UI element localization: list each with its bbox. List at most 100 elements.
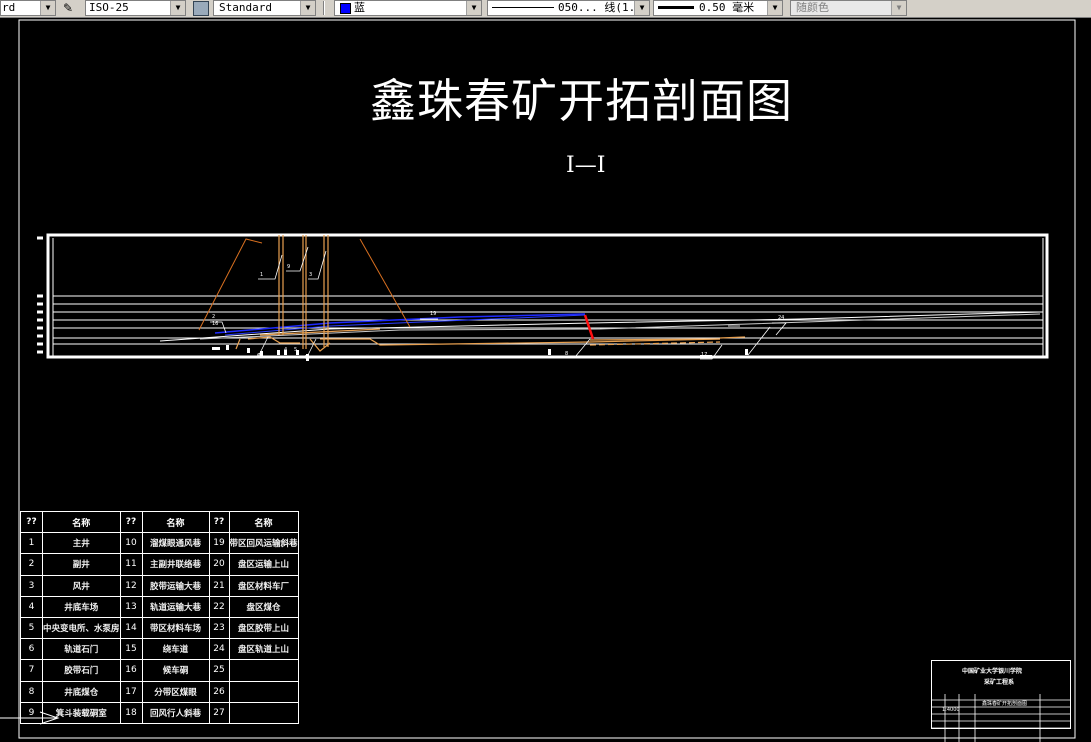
chevron-down-icon[interactable]: ▼: [300, 1, 315, 15]
legend-row: 2 副井 11 主副井联络巷 20 盘区运输上山: [20, 553, 299, 576]
inclined-shaft-left: [198, 238, 263, 331]
linetype-value: 050... 线(1.2: [558, 1, 642, 14]
red-fault: [583, 314, 595, 340]
dim-style-dropdown[interactable]: ISO-25 ▼: [85, 0, 186, 16]
section-label: 17: [701, 352, 708, 358]
legend-number-cell: 25: [208, 659, 230, 682]
section-label: 1: [260, 272, 264, 278]
legend-name-cell: 回风行人斜巷: [141, 701, 210, 724]
legend-name-cell: 井底车场: [42, 595, 121, 618]
legend-number-cell: 2: [20, 553, 43, 576]
color-swatch-icon: [340, 3, 351, 14]
seam-lines: [53, 295, 1043, 345]
title-block-school: 中国矿业大学银川学院: [962, 668, 1023, 675]
legend-number-cell: 19: [208, 532, 230, 555]
text-style-value: rd: [2, 1, 16, 14]
chevron-down-icon[interactable]: ▼: [891, 1, 906, 15]
legend-name-cell: 盘区轨道上山: [228, 638, 299, 661]
legend-name-cell: 中央变电所、水泵房: [42, 616, 121, 640]
legend-number-cell: 1: [20, 532, 43, 555]
text-style-dropdown[interactable]: rd ▼: [0, 0, 56, 16]
legend-name-cell: 轨道石门: [42, 638, 121, 661]
legend-name-cell: 副井: [42, 553, 121, 576]
legend-number-cell: 16: [119, 659, 143, 682]
legend-name-cell: [228, 659, 299, 682]
legend-number-cell: 4: [20, 595, 43, 618]
legend-number-cell: 18: [119, 701, 143, 724]
legend-name-cell: 带区回风运输斜巷: [228, 532, 299, 555]
legend-number-cell: 20: [208, 553, 230, 576]
legend-number-cell: 22: [208, 595, 230, 618]
color-dropdown[interactable]: 蓝 ▼: [334, 0, 482, 16]
linetype-dropdown[interactable]: 050... 线(1.2 ▼: [487, 0, 650, 16]
legend-number-cell: 14: [119, 616, 143, 640]
chevron-down-icon[interactable]: ▼: [170, 1, 185, 15]
legend-row: 7 胶带石门 16 候车硐 25: [20, 659, 299, 682]
legend-row: 9 箕斗装载硐室 18 回风行人斜巷 27: [20, 701, 299, 724]
legend-name-cell: 主副井联络巷: [141, 553, 210, 576]
title-block: 中国矿业大学银川学院 采矿工程系 鑫珠春矿开拓剖面图 1:4000: [931, 660, 1071, 729]
properties-toolbar: rd ▼ ✎ ISO-25 ▼ Standard ▼ 蓝 ▼ 050... 线(…: [0, 0, 1091, 18]
legend-name-cell: 绕车道: [141, 638, 210, 661]
section-label: 5: [294, 347, 298, 353]
chevron-down-icon[interactable]: ▼: [466, 1, 481, 15]
chevron-down-icon[interactable]: ▼: [634, 1, 649, 15]
table-style-icon[interactable]: [193, 1, 209, 16]
toolbar-separator: [323, 1, 325, 15]
title-block-drawing-name: 鑫珠春矿开拓剖面图: [982, 701, 1028, 707]
legend-name-cell: 风井: [42, 574, 121, 597]
linetype-preview-icon: [492, 7, 554, 8]
legend-number-cell: 7: [20, 659, 43, 682]
legend-name-cell: 胶带石门: [42, 659, 121, 682]
chevron-down-icon[interactable]: ▼: [767, 1, 782, 15]
legend-header-cell: ??: [208, 510, 230, 534]
legend-number-cell: 12: [119, 574, 143, 597]
section-title: I—I: [566, 153, 606, 178]
legend-body: ?? 名称 ?? 名称 ?? 名称 1 主井 10 溜煤眼通风巷 19 带区回风运输斜巷 2…: [20, 510, 299, 724]
legend-row: 4 井底车场 13 轨道运输大巷 22 盘区煤仓: [20, 595, 299, 618]
legend-name-cell: 分带区煤眼: [141, 680, 210, 703]
legend-name-cell: 主井: [42, 532, 121, 555]
dimension-style-icon[interactable]: ✎: [63, 1, 83, 15]
legend-row: 1 主井 10 溜煤眼通风巷 19 带区回风运输斜巷: [20, 532, 299, 555]
elevation-ticks: [37, 236, 43, 354]
section-label: 8: [565, 351, 569, 357]
legend-header-cell: 名称: [141, 510, 210, 534]
inclined-shaft-right: [359, 238, 411, 328]
legend-name-cell: 溜煤眼通风巷: [141, 532, 210, 555]
legend-number-cell: 8: [20, 680, 43, 703]
section-label: 16: [212, 321, 219, 327]
chevron-down-icon[interactable]: ▼: [40, 1, 55, 15]
section-label: 9: [287, 264, 291, 270]
legend-name-cell: 井底煤仓: [42, 680, 121, 703]
legend-number-cell: 9: [20, 701, 43, 724]
legend-row: 6 轨道石门 15 绕车道 24 盘区轨道上山: [20, 638, 299, 661]
legend-header-row: ?? 名称 ?? 名称 ?? 名称: [20, 510, 299, 534]
legend-row: 8 井底煤仓 17 分带区煤眼 26: [20, 680, 299, 703]
legend-name-cell: [228, 680, 299, 703]
table-style-dropdown[interactable]: Standard ▼: [213, 0, 316, 16]
section-label: 3: [309, 272, 313, 278]
legend-number-cell: 5: [20, 616, 43, 640]
small-marks: [212, 345, 748, 361]
legend-header-cell: 名称: [228, 510, 299, 534]
title-block-subject: 采矿工程系: [984, 679, 1015, 686]
lineweight-dropdown[interactable]: 0.50 毫米 ▼: [653, 0, 783, 16]
lineweight-value: 0.50 毫米: [699, 1, 755, 14]
legend-name-cell: [228, 701, 299, 724]
legend-name-cell: 盘区材料车厂: [228, 574, 299, 597]
legend-number-cell: 11: [119, 553, 143, 576]
legend-number-cell: 10: [119, 532, 143, 555]
plot-style-dropdown[interactable]: 随颜色 ▼: [790, 0, 907, 16]
roadway-galleries: [235, 328, 746, 352]
section-label: 4: [284, 347, 288, 353]
legend-row: 3 风井 12 胶带运输大巷 21 盘区材料车厂: [20, 574, 299, 597]
legend-name-cell: 盘区运输上山: [228, 553, 299, 576]
color-value: 蓝: [354, 1, 365, 14]
section-label: 24: [778, 315, 785, 321]
legend-name-cell: 候车硐: [141, 659, 210, 682]
legend-table: ?? 名称 ?? 名称 ?? 名称 1 主井 10 溜煤眼通风巷 19 带区回风运输斜巷 2…: [20, 510, 299, 724]
drawing-title: 鑫珠春矿开拓剖面图: [370, 74, 793, 128]
legend-number-cell: 26: [208, 680, 230, 703]
legend-number-cell: 23: [208, 616, 230, 640]
